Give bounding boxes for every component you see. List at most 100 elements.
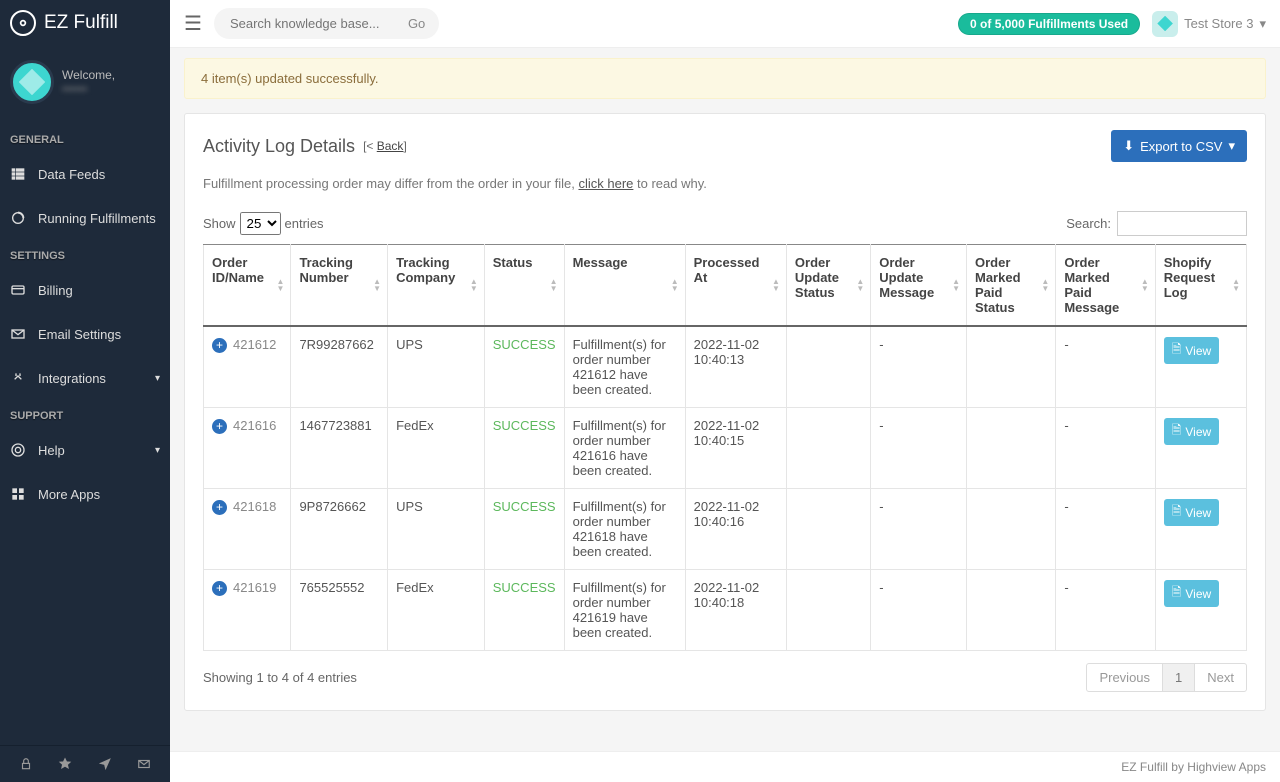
store-name: Test Store 3: [1184, 16, 1253, 31]
sidebar-item-label: Help: [38, 443, 65, 458]
expand-row-button[interactable]: +: [212, 581, 227, 596]
cell-ou-status: [786, 489, 870, 570]
sidebar-item-label: Data Feeds: [38, 167, 105, 182]
sort-icon: ▲▼: [277, 278, 285, 292]
sort-icon: ▲▼: [952, 278, 960, 292]
nav-heading-support: SUPPORT: [0, 400, 170, 428]
download-icon: ⬇: [1123, 138, 1134, 154]
location-icon[interactable]: [97, 756, 113, 772]
col-status[interactable]: Status▲▼: [484, 245, 564, 327]
col-req-log[interactable]: Shopify Request Log▲▼: [1155, 245, 1246, 327]
col-order[interactable]: Order ID/Name▲▼: [204, 245, 291, 327]
col-processed-at[interactable]: Processed At▲▼: [685, 245, 786, 327]
table-footer: Showing 1 to 4 of 4 entries Previous 1 N…: [203, 663, 1247, 692]
order-id: 421619: [233, 580, 276, 595]
view-log-button[interactable]: 🗎 View: [1164, 580, 1219, 607]
sort-icon: ▲▼: [1041, 278, 1049, 292]
note-link[interactable]: click here: [578, 176, 633, 191]
chevron-down-icon: ▾: [155, 373, 160, 384]
user-box: Welcome, ••••••: [0, 46, 170, 124]
topbar: ☰ Go 0 of 5,000 Fulfillments Used Test S…: [170, 0, 1280, 48]
view-log-button[interactable]: 🗎 View: [1164, 418, 1219, 445]
brand-name: EZ Fulfill: [44, 12, 118, 34]
success-alert: 4 item(s) updated successfully.: [184, 58, 1266, 99]
export-csv-button[interactable]: ⬇ Export to CSV ▾: [1111, 130, 1247, 162]
plug-icon: [10, 370, 26, 386]
page-size-select[interactable]: 25: [240, 212, 281, 235]
page-title: Activity Log Details: [203, 136, 355, 157]
caret-down-icon: ▾: [1228, 138, 1235, 154]
view-log-button[interactable]: 🗎 View: [1164, 499, 1219, 526]
table-row: +4216161467723881FedExSUCCESSFulfillment…: [204, 408, 1247, 489]
col-tracking-co[interactable]: Tracking Company▲▼: [388, 245, 485, 327]
sidebar: EZ Fulfill Welcome, •••••• GENERAL Data …: [0, 0, 170, 782]
table-info: Showing 1 to 4 of 4 entries: [203, 670, 357, 685]
col-ou-message[interactable]: Order Update Message▲▼: [871, 245, 967, 327]
order-id: 421618: [233, 499, 276, 514]
back-link[interactable]: Back: [377, 139, 404, 153]
page-footer: EZ Fulfill by Highview Apps: [170, 751, 1280, 782]
envelope-icon[interactable]: [136, 756, 152, 772]
back-suffix: ]: [403, 139, 406, 153]
pager: Previous 1 Next: [1086, 663, 1247, 692]
sidebar-item-billing[interactable]: Billing: [0, 268, 170, 312]
sidebar-item-running-fulfillments[interactable]: Running Fulfillments: [0, 196, 170, 240]
cell-omp-message: -: [1056, 326, 1155, 408]
processing-note: Fulfillment processing order may differ …: [203, 176, 1247, 191]
activity-log-table: Order ID/Name▲▼ Tracking Number▲▼ Tracki…: [203, 244, 1247, 651]
cell-omp-message: -: [1056, 570, 1155, 651]
pager-page-1[interactable]: 1: [1162, 664, 1194, 691]
menu-toggle-icon[interactable]: ☰: [184, 11, 202, 36]
search-bar: Go: [214, 8, 439, 39]
expand-row-button[interactable]: +: [212, 419, 227, 434]
star-icon[interactable]: [57, 756, 73, 772]
brand[interactable]: EZ Fulfill: [0, 0, 170, 46]
search-input[interactable]: [228, 10, 398, 37]
expand-row-button[interactable]: +: [212, 500, 227, 515]
spinner-icon: [10, 210, 26, 226]
sidebar-item-integrations[interactable]: Integrations ▾: [0, 356, 170, 400]
sidebar-item-more-apps[interactable]: More Apps: [0, 472, 170, 516]
cell-processed-at: 2022-11-02 10:40:16: [685, 489, 786, 570]
col-omp-status[interactable]: Order Marked Paid Status▲▼: [967, 245, 1056, 327]
chevron-down-icon: ▾: [1259, 16, 1266, 32]
back-link-wrapper: [< Back]: [363, 139, 407, 153]
col-omp-message[interactable]: Order Marked Paid Message▲▼: [1056, 245, 1155, 327]
col-tracking-no[interactable]: Tracking Number▲▼: [291, 245, 388, 327]
view-log-button[interactable]: 🗎 View: [1164, 337, 1219, 364]
cell-ou-message: -: [871, 408, 967, 489]
sidebar-item-help[interactable]: Help ▾: [0, 428, 170, 472]
cell-omp-status: [967, 326, 1056, 408]
back-prefix: [<: [363, 139, 377, 153]
brand-logo-icon: [10, 10, 36, 36]
table-header-row: Order ID/Name▲▼ Tracking Number▲▼ Tracki…: [204, 245, 1247, 327]
sort-icon: ▲▼: [772, 278, 780, 292]
search-label: Search:: [1066, 216, 1111, 231]
avatar: [10, 60, 54, 104]
pager-next[interactable]: Next: [1194, 664, 1246, 691]
entries-label: entries: [285, 216, 324, 231]
store-switcher[interactable]: Test Store 3 ▾: [1152, 11, 1266, 37]
table-row: +421619765525552FedExSUCCESSFulfillment(…: [204, 570, 1247, 651]
nav-heading-general: GENERAL: [0, 124, 170, 152]
col-ou-status[interactable]: Order Update Status▲▼: [786, 245, 870, 327]
cell-ou-status: [786, 408, 870, 489]
pager-prev[interactable]: Previous: [1087, 664, 1162, 691]
cell-omp-status: [967, 408, 1056, 489]
cell-processed-at: 2022-11-02 10:40:13: [685, 326, 786, 408]
sort-icon: ▲▼: [470, 278, 478, 292]
col-message[interactable]: Message▲▼: [564, 245, 685, 327]
note-post: to read why.: [633, 176, 706, 191]
file-icon: 🗎: [1172, 340, 1182, 361]
order-id: 421612: [233, 337, 276, 352]
cell-status: SUCCESS: [484, 570, 564, 651]
table-search-input[interactable]: [1117, 211, 1247, 236]
cell-tracking-no: 1467723881: [291, 408, 388, 489]
sidebar-item-data-feeds[interactable]: Data Feeds: [0, 152, 170, 196]
table-row: +4216189P8726662UPSSUCCESSFulfillment(s)…: [204, 489, 1247, 570]
sidebar-item-label: Email Settings: [38, 327, 121, 342]
lock-icon[interactable]: [18, 756, 34, 772]
sidebar-item-email-settings[interactable]: Email Settings: [0, 312, 170, 356]
search-go-button[interactable]: Go: [398, 12, 435, 35]
expand-row-button[interactable]: +: [212, 338, 227, 353]
